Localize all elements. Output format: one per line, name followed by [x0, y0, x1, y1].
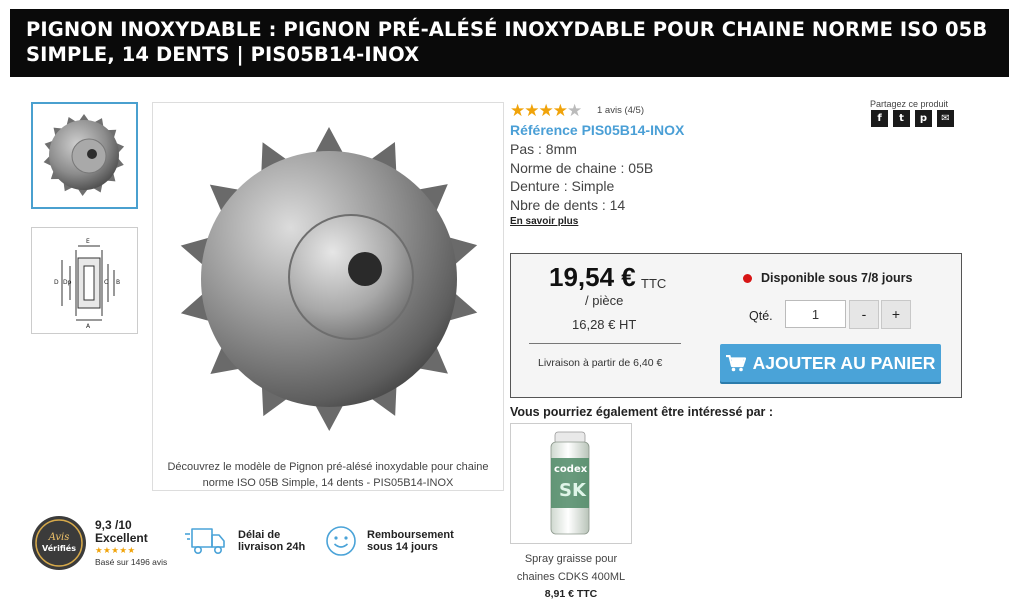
add-to-cart-button[interactable]: AJOUTER AU PANIER [720, 344, 941, 382]
review-score: 9,3 /10 Excellent [95, 519, 148, 545]
rating-stars: ★★★★★ [510, 101, 582, 120]
sprocket-thumbnail-icon [43, 114, 125, 196]
smiley-icon [326, 526, 356, 556]
trust-delivery-line2: livraison 24h [238, 541, 306, 553]
availability-text: Disponible sous 7/8 jours [761, 271, 913, 285]
main-product-image[interactable]: Découvrez le modèle de Pignon pré-alésé … [152, 102, 504, 491]
technical-diagram-icon: E D Dp C B A [54, 238, 120, 330]
svg-text:E: E [86, 238, 90, 245]
svg-text:C: C [104, 279, 108, 286]
recommended-product-image[interactable]: codex SK [510, 423, 632, 544]
quantity-input[interactable] [785, 300, 846, 328]
trust-refund-line2: sous 14 jours [367, 541, 438, 553]
page-title: PIGNON INOXYDABLE : PIGNON PRÉ-ALÉSÉ INO… [26, 18, 988, 66]
trust-refund: Remboursement sous 14 jours [325, 525, 454, 557]
delivery-info: Livraison à partir de 6,40 € [538, 357, 663, 369]
tax-label: TTC [641, 276, 667, 291]
add-to-cart-label: AJOUTER AU PANIER [752, 352, 936, 373]
can-label: SK [559, 480, 587, 501]
recommended-product-price: 8,91 € TTC [544, 588, 598, 600]
more-info-link[interactable]: En savoir plus [510, 216, 578, 227]
spec-toothing: Denture : Simple [510, 178, 615, 194]
review-base: Basé sur 1496 avis [95, 557, 168, 567]
trust-delivery: Délai de livraison 24h [184, 525, 305, 557]
badge-text-line2: Vérifiés [42, 543, 76, 553]
facebook-icon[interactable]: f [871, 110, 888, 127]
price-divider [529, 343, 681, 344]
share-label: Partagez ce produit [870, 99, 949, 109]
price-ht: 16,28 € HT [572, 317, 637, 332]
review-stars: ★★★★★ [95, 545, 136, 555]
share-icons: f t p ✉ [871, 110, 954, 127]
thumbnail-sprocket-photo[interactable] [31, 102, 138, 209]
email-icon[interactable]: ✉ [937, 110, 954, 127]
spray-can-image: codex SK [550, 431, 590, 535]
image-caption: Découvrez le modèle de Pignon pré-alésé … [167, 461, 489, 489]
truck-icon [185, 528, 225, 554]
avis-verifies-badge-icon[interactable]: Avis Vérifiés [31, 515, 87, 571]
price-unit: / pièce [585, 293, 624, 308]
spec-teeth-count: Nbre de dents : 14 [510, 196, 626, 213]
can-brand: codex [554, 464, 588, 475]
sprocket-image [180, 127, 478, 431]
badge-text-line1: Avis [48, 532, 70, 543]
recommended-product-name[interactable]: Spray graisse pour chaines CDKS 400ML [510, 550, 632, 586]
spec-chain-standard: Norme de chaine : 05B [510, 159, 654, 176]
buy-box: 19,54 € TTC / pièce 16,28 € HT Livraison… [510, 253, 962, 398]
quantity-increase-button[interactable]: + [881, 300, 911, 329]
cart-icon [725, 354, 746, 371]
quantity-label: Qté. [749, 309, 773, 323]
price-ttc: 19,54 € [549, 262, 636, 292]
trust-refund-line1: Remboursement [367, 528, 454, 541]
product-reference: Référence PIS05B14-INOX [510, 122, 685, 138]
product-specs: Pas : 8mm Norme de chaine : 05B Denture … [510, 140, 653, 214]
review-count-link[interactable]: 1 avis (4/5) [597, 105, 644, 116]
svg-text:Dp: Dp [63, 279, 72, 286]
availability-status: Disponible sous 7/8 jours [743, 271, 912, 285]
thumbnail-technical-diagram[interactable]: E D Dp C B A [31, 227, 138, 334]
twitter-icon[interactable]: t [893, 110, 910, 127]
spec-pitch: Pas : 8mm [510, 141, 577, 157]
quantity-decrease-button[interactable]: - [849, 300, 879, 329]
product-title-bar: PIGNON INOXYDABLE : PIGNON PRÉ-ALÉSÉ INO… [10, 9, 1009, 77]
svg-text:B: B [116, 279, 120, 286]
recommendations-heading: Vous pourriez également être intéressé p… [510, 405, 774, 419]
review-verdict: Excellent [95, 531, 148, 545]
status-dot-icon [743, 273, 752, 283]
svg-text:A: A [86, 323, 91, 330]
pinterest-icon[interactable]: p [915, 110, 932, 127]
trust-delivery-line1: Délai de [238, 528, 281, 541]
svg-text:D: D [54, 279, 59, 286]
